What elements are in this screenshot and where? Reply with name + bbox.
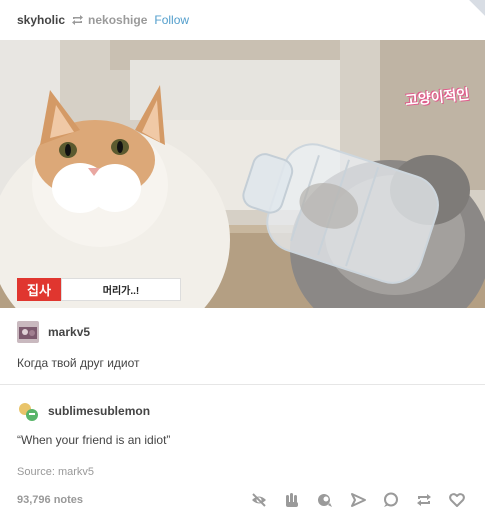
cat-photo-illustration [0, 40, 485, 308]
video-caption: 집사 머리가..! [17, 278, 181, 301]
notes-count[interactable]: 93,796 notes [17, 494, 83, 506]
reply-header: markv5 [17, 320, 90, 344]
reblog-icon [71, 14, 84, 26]
share-icon[interactable] [348, 490, 368, 510]
post-card: skyholic nekoshige Follow 고양이적인 집사 머리가..… [0, 0, 485, 522]
reblogged-from-link[interactable]: nekoshige [88, 13, 147, 27]
reply-text: Когда твой друг идиот [17, 356, 140, 370]
eye-icon[interactable] [315, 490, 335, 510]
reply-author-link[interactable]: markv5 [48, 325, 90, 339]
caption-tag: 집사 [17, 278, 61, 301]
post-photo[interactable]: 고양이적인 [0, 40, 485, 308]
post-header: skyholic nekoshige Follow [17, 11, 189, 29]
post-author-link[interactable]: skyholic [17, 13, 65, 27]
corner-fold-icon [469, 0, 485, 16]
reply-icon[interactable] [381, 490, 401, 510]
follow-button[interactable]: Follow [154, 13, 189, 27]
caption-text: 머리가..! [61, 278, 181, 301]
avatar[interactable] [17, 321, 39, 343]
eye-hide-icon[interactable] [249, 490, 269, 510]
reply-header: sublimesublemon [17, 399, 150, 423]
reply-author-link[interactable]: sublimesublemon [48, 404, 150, 418]
source-link[interactable]: Source: markv5 [17, 466, 94, 478]
divider [0, 384, 485, 385]
hands-icon[interactable] [282, 490, 302, 510]
reply-text: “When your friend is an idiot” [17, 433, 171, 447]
avatar[interactable] [17, 400, 39, 422]
reblog-icon[interactable] [414, 490, 434, 510]
post-actions [249, 490, 467, 510]
heart-icon[interactable] [447, 490, 467, 510]
